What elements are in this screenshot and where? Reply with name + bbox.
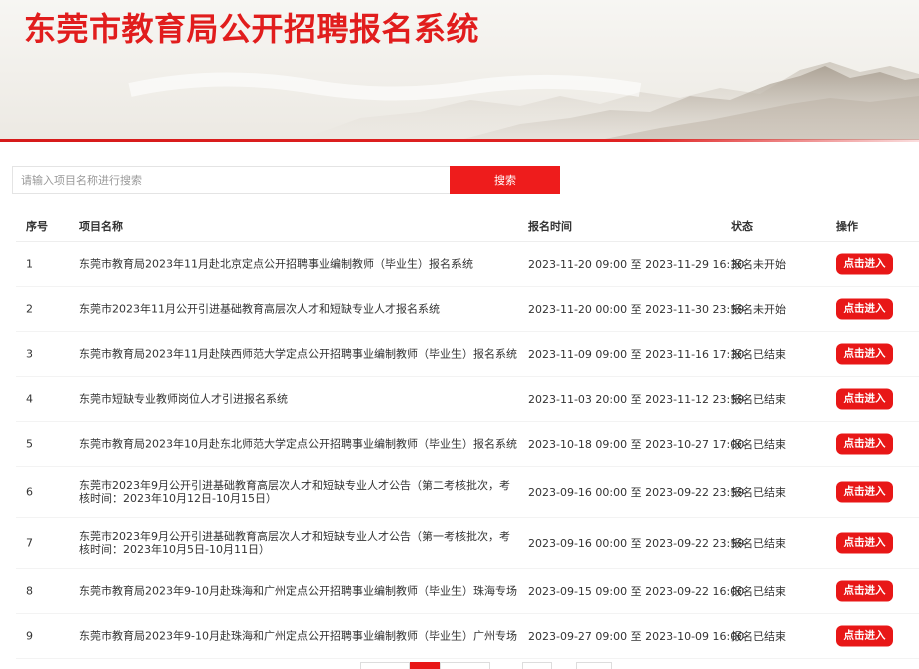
status-text: 报名已结束 [731, 348, 786, 361]
header-divider [0, 139, 919, 142]
enter-button[interactable]: 点击进入 [836, 625, 893, 647]
registration-time: 2023-10-18 09:00 至 2023-10-27 17:00 [528, 438, 745, 451]
registration-time: 2023-09-16 00:00 至 2023-09-22 23:59 [528, 537, 745, 550]
enter-button[interactable]: 点击进入 [836, 253, 893, 275]
row-number: 1 [26, 257, 33, 271]
project-name: 东莞市教育局2023年10月赴东北师范大学定点公开招聘事业编制教师（毕业生）报名… [79, 437, 517, 451]
header-banner: 东莞市教育局公开招聘报名系统 [0, 0, 919, 140]
status-text: 报名已结束 [731, 585, 786, 598]
table-row: 8 东莞市教育局2023年9-10月赴珠海和广州定点公开招聘事业编制教师（毕业生… [16, 569, 919, 614]
column-header-action: 操作 [836, 220, 858, 233]
table-row: 2 东莞市2023年11月公开引进基础教育高层次人才和短缺专业人才报名系统 20… [16, 287, 919, 332]
registration-time: 2023-09-15 09:00 至 2023-09-22 16:00 [528, 585, 745, 598]
row-number: 6 [26, 485, 33, 499]
registration-time: 2023-09-27 09:00 至 2023-10-09 16:00 [528, 630, 745, 643]
registration-time: 2023-09-16 00:00 至 2023-09-22 23:59 [528, 486, 745, 499]
row-number: 4 [26, 392, 33, 406]
table-row: 3 东莞市教育局2023年11月赴陕西师范大学定点公开招聘事业编制教师（毕业生）… [16, 332, 919, 377]
search-button[interactable]: 搜索 [450, 166, 560, 194]
row-number: 3 [26, 347, 33, 361]
status-text: 报名已结束 [731, 393, 786, 406]
table-row: 9 东莞市教育局2023年9-10月赴珠海和广州定点公开招聘事业编制教师（毕业生… [16, 614, 919, 659]
registration-time: 2023-11-20 00:00 至 2023-11-30 23:59 [528, 303, 745, 316]
enter-button[interactable]: 点击进入 [836, 298, 893, 320]
project-name: 东莞市短缺专业教师岗位人才引进报名系统 [79, 392, 288, 406]
row-number: 2 [26, 302, 33, 316]
registration-time: 2023-11-20 09:00 至 2023-11-29 16:30 [528, 258, 745, 271]
enter-button[interactable]: 点击进入 [836, 433, 893, 455]
project-name: 东莞市教育局2023年11月赴陕西师范大学定点公开招聘事业编制教师（毕业生）报名… [79, 347, 517, 361]
column-header-registration-time: 报名时间 [528, 220, 572, 233]
registration-time: 2023-11-09 09:00 至 2023-11-16 17:30 [528, 348, 745, 361]
enter-button[interactable]: 点击进入 [836, 481, 893, 503]
status-text: 报名未开始 [731, 258, 786, 271]
project-name: 东莞市教育局2023年9-10月赴珠海和广州定点公开招聘事业编制教师（毕业生）珠… [79, 584, 517, 598]
project-name: 东莞市教育局2023年11月赴北京定点公开招聘事业编制教师（毕业生）报名系统 [79, 257, 473, 271]
table-row: 7 东莞市2023年9月公开引进基础教育高层次人才和短缺专业人才公告（第一考核批… [16, 518, 919, 569]
project-name: 东莞市2023年9月公开引进基础教育高层次人才和短缺专业人才公告（第二考核批次，… [79, 479, 510, 505]
row-number: 8 [26, 584, 33, 598]
registration-time: 2023-11-03 20:00 至 2023-11-12 23:59 [528, 393, 745, 406]
status-text: 报名已结束 [731, 537, 786, 550]
page-title: 东莞市教育局公开招聘报名系统 [24, 10, 480, 48]
table-header: 序号 项目名称 报名时间 状态 操作 [16, 208, 919, 242]
enter-button[interactable]: 点击进入 [836, 388, 893, 410]
status-text: 报名未开始 [731, 303, 786, 316]
search-bar: 搜索 [12, 166, 560, 194]
status-text: 报名已结束 [731, 630, 786, 643]
column-header-project-name: 项目名称 [79, 220, 123, 233]
table-row: 1 东莞市教育局2023年11月赴北京定点公开招聘事业编制教师（毕业生）报名系统… [16, 242, 919, 287]
column-header-status: 状态 [731, 220, 753, 233]
project-name: 东莞市教育局2023年9-10月赴珠海和广州定点公开招聘事业编制教师（毕业生）广… [79, 629, 517, 643]
row-number: 7 [26, 536, 33, 550]
enter-button[interactable]: 点击进入 [836, 532, 893, 554]
table-row: 5 东莞市教育局2023年10月赴东北师范大学定点公开招聘事业编制教师（毕业生）… [16, 422, 919, 467]
row-number: 5 [26, 437, 33, 451]
enter-button[interactable]: 点击进入 [836, 343, 893, 365]
page-button-next[interactable] [576, 662, 612, 669]
page-button-current[interactable] [410, 662, 440, 669]
page-button-prev[interactable] [360, 662, 410, 669]
column-header-number: 序号 [26, 220, 48, 233]
status-text: 报名已结束 [731, 438, 786, 451]
search-input[interactable] [12, 166, 450, 194]
enter-button[interactable]: 点击进入 [836, 580, 893, 602]
project-name: 东莞市2023年11月公开引进基础教育高层次人才和短缺专业人才报名系统 [79, 302, 440, 316]
project-table: 序号 项目名称 报名时间 状态 操作 1 东莞市教育局2023年11月赴北京定点… [16, 208, 919, 659]
table-row: 4 东莞市短缺专业教师岗位人才引进报名系统 2023-11-03 20:00 至… [16, 377, 919, 422]
table-row: 6 东莞市2023年9月公开引进基础教育高层次人才和短缺专业人才公告（第二考核批… [16, 467, 919, 518]
row-number: 9 [26, 629, 33, 643]
status-text: 报名已结束 [731, 486, 786, 499]
project-name: 东莞市2023年9月公开引进基础教育高层次人才和短缺专业人才公告（第一考核批次，… [79, 530, 510, 556]
page-button[interactable] [440, 662, 490, 669]
page-button[interactable] [522, 662, 552, 669]
